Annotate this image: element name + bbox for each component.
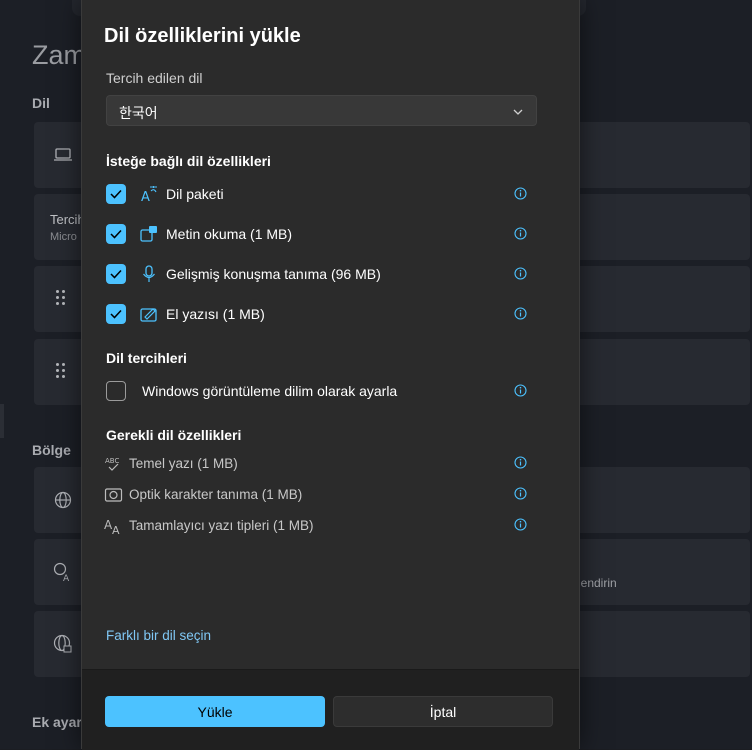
globe-settings-icon [52, 633, 74, 655]
text-to-speech-icon [140, 225, 158, 243]
optional-features-heading: İsteğe bağlı dil özellikleri [106, 153, 271, 169]
required-row-fonts: AA Tamamlayıcı yazı tipleri (1 MB) [104, 516, 524, 537]
feature-row-text-to-speech[interactable]: Metin okuma (1 MB) [106, 224, 526, 246]
drag-handle-icon [56, 363, 66, 381]
background-section-region: Bölge [32, 442, 71, 458]
language-pack-label: Dil paketi [166, 186, 224, 202]
background-card-title: Tercih [50, 212, 85, 227]
background-section-language: Dil [32, 95, 50, 111]
svg-text:A: A [141, 190, 150, 203]
info-icon[interactable] [514, 518, 527, 531]
background-section-extra: Ek ayarl [32, 714, 86, 730]
speech-recognition-label: Gelişmiş konuşma tanıma (96 MB) [166, 266, 381, 282]
feature-row-language-pack[interactable]: A Dil paketi [106, 184, 526, 206]
fonts-icon: AA [104, 517, 124, 537]
speech-recognition-checkbox[interactable] [106, 264, 126, 284]
required-row-ocr: Optik karakter tanıma (1 MB) [104, 485, 524, 505]
language-pack-icon: A [140, 185, 158, 205]
ocr-icon [104, 486, 124, 504]
globe-icon [52, 489, 74, 511]
microphone-icon [140, 265, 158, 283]
ocr-label: Optik karakter tanıma (1 MB) [129, 487, 303, 502]
feature-row-speech-recognition[interactable]: Gelişmiş konuşma tanıma (96 MB) [106, 264, 526, 286]
info-icon[interactable] [514, 267, 527, 280]
install-button[interactable]: Yükle [105, 696, 325, 727]
fonts-label: Tamamlayıcı yazı tipleri (1 MB) [129, 518, 314, 533]
preferred-language-value: 한국어 [119, 105, 158, 121]
display-language-checkbox[interactable] [106, 381, 126, 401]
basic-typing-icon: ABC [104, 455, 124, 473]
text-to-speech-checkbox[interactable] [106, 224, 126, 244]
dialog-title: Dil özelliklerini yükle [104, 25, 301, 47]
svg-text:ABC: ABC [105, 457, 119, 465]
language-preferences-heading: Dil tercihleri [106, 350, 187, 366]
preferred-language-dropdown[interactable]: 한국어 [106, 95, 537, 126]
display-language-row[interactable]: Windows görüntüleme dilim olarak ayarla [106, 381, 526, 403]
preferred-language-label: Tercih edilen dil [106, 70, 203, 86]
svg-text:A: A [63, 574, 70, 582]
info-icon[interactable] [514, 384, 527, 397]
info-icon[interactable] [514, 456, 527, 469]
choose-different-language-link[interactable]: Farklı bir dil seçin [106, 628, 211, 643]
required-row-basic-typing: ABC Temel yazı (1 MB) [104, 454, 524, 474]
laptop-icon [52, 144, 74, 166]
background-scroll-indicator [0, 404, 4, 438]
required-features-heading: Gerekli dil özellikleri [106, 427, 242, 443]
basic-typing-label: Temel yazı (1 MB) [129, 456, 238, 471]
handwriting-checkbox[interactable] [106, 304, 126, 324]
background-page-title: Zam [32, 40, 86, 70]
feature-row-handwriting[interactable]: El yazısı (1 MB) [106, 304, 526, 326]
svg-text:A: A [112, 524, 120, 535]
info-icon[interactable] [514, 187, 527, 200]
cancel-button[interactable]: İptal [333, 696, 553, 727]
dialog-footer: Yükle İptal [82, 669, 579, 750]
handwriting-icon [140, 305, 158, 323]
drag-handle-icon [56, 290, 66, 308]
info-icon[interactable] [514, 487, 527, 500]
language-pack-checkbox[interactable] [106, 184, 126, 204]
background-card-subtitle: Micro [50, 231, 77, 243]
info-icon[interactable] [514, 227, 527, 240]
display-language-label: Windows görüntüleme dilim olarak ayarla [142, 383, 398, 399]
install-language-dialog: Dil özelliklerini yükle Tercih edilen di… [81, 0, 580, 750]
handwriting-label: El yazısı (1 MB) [166, 306, 265, 322]
regional-format-icon: A [52, 561, 74, 583]
text-to-speech-label: Metin okuma (1 MB) [166, 226, 293, 242]
info-icon[interactable] [514, 307, 527, 320]
chevron-down-icon [512, 105, 524, 117]
